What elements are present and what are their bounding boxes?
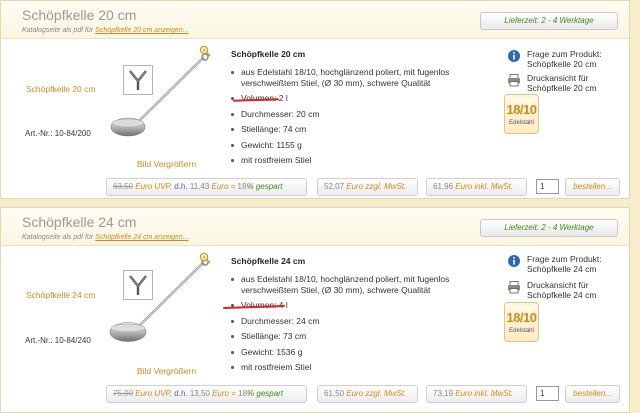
catalog-prefix: Katalogseite als pdf für xyxy=(22,234,96,241)
catalog-pdf-link[interactable]: Schöpfkelle 20 cm anzeigen... xyxy=(95,27,188,34)
badge-material: Edelstahl xyxy=(509,120,534,126)
product-question-link[interactable]: Frage zum Produkt: Schöpfkelle 20 cm xyxy=(507,49,617,69)
delivery-time-badge: Lieferzeit: 2 - 4 Werktage xyxy=(480,219,618,237)
info-icon xyxy=(508,255,520,267)
feature-item: Stiellänge: 73 cm xyxy=(231,331,476,342)
saved-percent: 18 xyxy=(238,389,248,398)
gross-price: 73,19 xyxy=(433,389,454,398)
catalog-prefix: Katalogseite als pdf für xyxy=(22,27,96,34)
print-view-link[interactable]: Druckansicht für Schöpfkelle 20 cm xyxy=(507,73,617,93)
product-header: Schöpfkelle 20 cm Katalogseite als pdf f… xyxy=(1,1,629,39)
old-price: 75,00 xyxy=(113,389,134,398)
product-description: Schöpfkelle 20 cm aus Edelstahl 18/10, h… xyxy=(231,49,476,171)
ladle-image[interactable] xyxy=(101,256,226,351)
enlarge-image-link[interactable]: Bild Vergrößern xyxy=(137,366,196,376)
quantity-input[interactable]: 1 xyxy=(536,179,559,194)
stainless-steel-badge: 18/10 Edelstahl xyxy=(504,94,539,134)
gross-price: 61,96 xyxy=(433,182,454,191)
feature-list: aus Edelstahl 18/10, hochglänzend polier… xyxy=(231,67,476,166)
catalog-line: Katalogseite als pdf für Schöpfkelle 24 … xyxy=(22,234,189,241)
product-question-link[interactable]: Frage zum Produkt: Schöpfkelle 24 cm xyxy=(507,254,617,274)
badge-material: Edelstahl xyxy=(509,328,534,334)
printer-icon xyxy=(508,281,520,294)
category-icon xyxy=(123,65,153,95)
gross-price-box: 73,19 Euro inkl. MwSt. xyxy=(426,385,527,403)
zoom-icon[interactable] xyxy=(199,45,211,57)
quantity-input[interactable]: 1 xyxy=(536,386,559,401)
print-label: Druckansicht für Schöpfkelle 24 cm xyxy=(527,280,597,300)
discount-amount: 11,43 xyxy=(189,182,210,191)
article-number: Art.-Nr.: 10-84/240 xyxy=(25,336,91,345)
product-title: Schöpfkelle 20 cm xyxy=(22,7,137,23)
feature-list: aus Edelstahl 18/10, hochglänzend polier… xyxy=(231,274,476,373)
old-price: 63,50 xyxy=(113,182,134,191)
catalog-pdf-link[interactable]: Schöpfkelle 24 cm anzeigen... xyxy=(95,234,188,241)
badge-grade: 18/10 xyxy=(506,310,537,325)
catalog-line: Katalogseite als pdf für Schöpfkelle 20 … xyxy=(22,27,189,34)
badge-grade: 18/10 xyxy=(506,102,537,117)
delivery-time-badge: Lieferzeit: 2 - 4 Werktage xyxy=(480,12,618,30)
euro-equals: Euro = xyxy=(212,389,236,398)
feature-item: aus Edelstahl 18/10, hochglänzend polier… xyxy=(231,274,476,295)
uvp-label: Euro UVP, xyxy=(135,389,173,398)
print-view-link[interactable]: Druckansicht für Schöpfkelle 24 cm xyxy=(507,280,617,300)
dh-label: d.h. xyxy=(174,389,188,398)
order-button[interactable]: bestellen... xyxy=(565,178,620,196)
order-button[interactable]: bestellen... xyxy=(565,385,620,403)
gross-price-label: Euro inkl. MwSt. xyxy=(455,182,514,191)
enlarge-image-link[interactable]: Bild Vergrößern xyxy=(137,159,196,169)
product-card: Schöpfkelle 20 cm Katalogseite als pdf f… xyxy=(0,0,630,199)
description-title: Schöpfkelle 20 cm xyxy=(231,49,306,59)
price-bar: 75,00 Euro UVP, d.h. 13,50 Euro = 18% ge… xyxy=(106,385,620,403)
product-card: Schöpfkelle 24 cm Katalogseite als pdf f… xyxy=(0,207,630,413)
feature-item: Gewicht: 1155 g xyxy=(231,140,476,151)
uvp-price-box: 75,00 Euro UVP, d.h. 13,50 Euro = 18% ge… xyxy=(106,385,307,403)
feature-item: Stiellänge: 74 cm xyxy=(231,124,476,135)
net-price-box: 52,07 Euro zzgl. MwSt. xyxy=(317,178,418,196)
product-header: Schöpfkelle 24 cm Katalogseite als pdf f… xyxy=(1,208,629,246)
category-icon xyxy=(123,270,153,300)
dh-label: d.h. xyxy=(174,182,188,191)
saved-label: % gespart xyxy=(246,182,283,191)
feature-item: Durchmesser: 24 cm xyxy=(231,316,476,327)
question-label: Frage zum Produkt: Schöpfkelle 20 cm xyxy=(527,49,602,69)
uvp-price-box: 63,50 Euro UVP, d.h. 11,43 Euro = 18% ge… xyxy=(106,178,307,196)
euro-equals: Euro = xyxy=(211,182,236,191)
net-price-label: Euro zzgl. MwSt. xyxy=(346,182,407,191)
feature-item: mit rostfreiem Stiel xyxy=(231,155,476,166)
article-number: Art.-Nr.: 10-84/200 xyxy=(25,129,91,138)
zoom-icon[interactable] xyxy=(199,252,211,264)
info-icon xyxy=(508,50,520,62)
feature-item: mit rostfreiem Stiel xyxy=(231,362,476,373)
feature-item: Gewicht: 1536 g xyxy=(231,347,476,358)
price-bar: 63,50 Euro UVP, d.h. 11,43 Euro = 18% ge… xyxy=(106,178,620,196)
net-price: 61,50 xyxy=(324,389,345,398)
saved-label: % gespart xyxy=(247,389,284,398)
product-name-link[interactable]: Schöpfkelle 20 cm xyxy=(26,84,95,94)
feature-item: aus Edelstahl 18/10, hochglänzend polier… xyxy=(231,67,476,88)
uvp-label: Euro UVP, xyxy=(135,182,173,191)
feature-item: Durchmesser: 20 cm xyxy=(231,109,476,120)
gross-price-box: 61,96 Euro inkl. MwSt. xyxy=(426,178,527,196)
stainless-steel-badge: 18/10 Edelstahl xyxy=(504,302,539,342)
description-title: Schöpfkelle 24 cm xyxy=(231,256,306,266)
discount-amount: 13,50 xyxy=(189,389,210,398)
net-price-box: 61,50 Euro zzgl. MwSt. xyxy=(317,385,418,403)
gross-price-label: Euro inkl. MwSt. xyxy=(455,389,514,398)
printer-icon xyxy=(508,74,520,87)
print-label: Druckansicht für Schöpfkelle 20 cm xyxy=(527,73,597,93)
ladle-image[interactable] xyxy=(101,51,226,146)
net-price: 52,07 xyxy=(324,182,345,191)
question-label: Frage zum Produkt: Schöpfkelle 24 cm xyxy=(527,254,602,274)
product-description: Schöpfkelle 24 cm aus Edelstahl 18/10, h… xyxy=(231,256,476,378)
product-title: Schöpfkelle 24 cm xyxy=(22,214,137,230)
net-price-label: Euro zzgl. MwSt. xyxy=(346,389,407,398)
product-name-link[interactable]: Schöpfkelle 24 cm xyxy=(26,290,95,300)
